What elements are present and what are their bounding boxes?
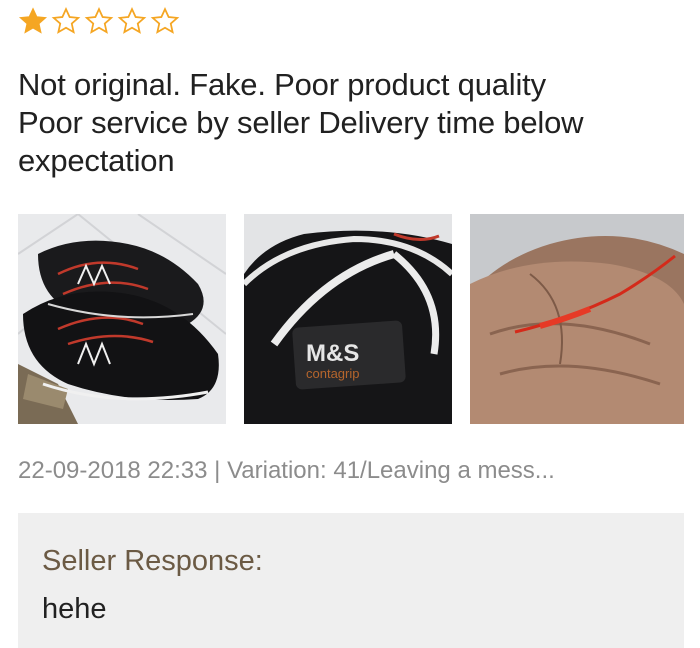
review-text: Not original. Fake. Poor product quality… <box>18 66 686 180</box>
seller-response-title: Seller Response: <box>42 545 263 577</box>
star-empty-icon <box>117 7 147 34</box>
review-photos: M&S contagrip <box>18 214 684 426</box>
star-empty-icon <box>150 7 180 34</box>
star-empty-icon <box>51 7 81 34</box>
red-lace-in-hand-photo[interactable] <box>470 214 684 424</box>
review-line: Not original. Fake. Poor product quality <box>18 67 546 102</box>
seller-response-box: Seller Response: hehe <box>18 513 684 648</box>
logo-subtext: contagrip <box>306 366 359 381</box>
review-line: Poor service by seller Delivery time bel… <box>18 105 584 140</box>
star-filled-icon <box>18 7 48 34</box>
seller-response-text: hehe <box>42 593 107 625</box>
logo-text: M&S <box>306 340 359 367</box>
review-meta: 22-09-2018 22:33 | Variation: 41/Leaving… <box>18 457 555 484</box>
review-line: expectation <box>18 143 175 178</box>
shoes-pair-photo[interactable] <box>18 214 226 424</box>
shoe-closeup-logo-photo[interactable]: M&S contagrip <box>244 214 452 424</box>
star-rating <box>18 6 180 36</box>
star-empty-icon <box>84 7 114 34</box>
